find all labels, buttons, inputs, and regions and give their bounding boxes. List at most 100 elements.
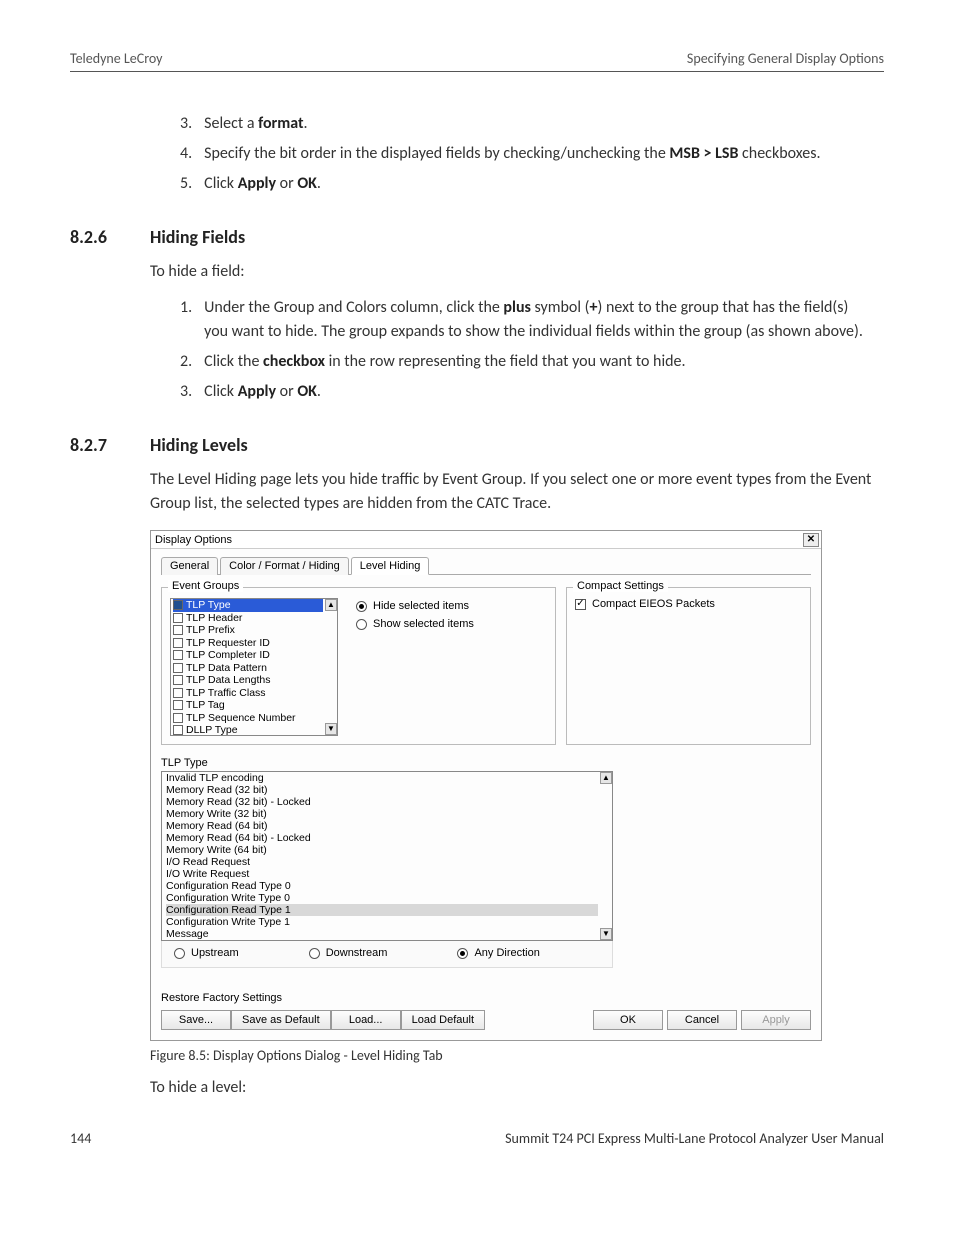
list-step: 4.Specify the bit order in the displayed… [150,142,874,166]
section-title: Hiding Levels [150,434,248,456]
load-button[interactable]: Load... [331,1010,401,1030]
tlp-type-list[interactable]: ▲ Invalid TLP encodingMemory Read (32 bi… [161,771,613,941]
figure-caption: Figure 8.5: Display Options Dialog - Lev… [150,1047,874,1064]
event-group-item[interactable]: TLP Prefix [173,624,323,637]
header-left: Teledyne LeCroy [70,50,163,67]
page-header: Teledyne LeCroy Specifying General Displ… [70,50,884,72]
list-step: 5.Click Apply or OK. [150,172,874,196]
checkbox-icon [173,650,183,660]
scroll-down-icon[interactable]: ▼ [325,723,337,735]
tab-level-hiding[interactable]: Level Hiding [351,557,430,575]
tlp-type-item[interactable]: Invalid TLP encoding [166,772,598,784]
groupbox-title: Event Groups [168,580,243,592]
section-intro: To hide a field: [150,260,874,284]
tlp-type-item[interactable]: Memory Read (32 bit) - Locked [166,796,598,808]
scroll-up-icon[interactable]: ▲ [325,599,337,611]
outro-text: To hide a level: [150,1076,874,1100]
ok-button[interactable]: OK [593,1010,663,1030]
section-number: 8.2.6 [70,226,150,248]
display-options-dialog: Display Options ✕ GeneralColor / Format … [150,530,822,1041]
step-number: 2. [150,350,204,374]
header-right: Specifying General Display Options [687,50,884,67]
tlp-type-item[interactable]: Memory Write (64 bit) [166,844,598,856]
radio-any-direction[interactable]: Any Direction [457,947,539,959]
tab-general[interactable]: General [161,557,218,575]
event-groups-list[interactable]: ▲ TLP TypeTLP HeaderTLP PrefixTLP Reques… [170,598,338,736]
save-as-defaultbutton[interactable]: Save as Default [231,1010,331,1030]
radio-icon [309,948,320,959]
checkbox-icon [575,599,586,610]
scroll-up-icon[interactable]: ▲ [600,772,612,784]
section-title: Hiding Fields [150,226,245,248]
page-number: 144 [70,1130,91,1147]
list-step: 3.Click Apply or OK. [150,380,874,404]
checkbox-icon [173,700,183,710]
dialog-titlebar: Display Options ✕ [151,531,821,549]
compact-settings-box: Compact Settings Compact EIEOS Packets [566,587,811,745]
event-group-item[interactable]: DLLP Type [173,724,323,736]
step-text: Click Apply or OK. [204,172,874,196]
tlp-type-item[interactable]: Message [166,928,598,940]
radio-icon [356,601,367,612]
event-group-item[interactable]: TLP Data Pattern [173,662,323,675]
tlp-type-label: TLP Type [161,757,811,769]
event-group-item[interactable]: TLP Requester ID [173,637,323,650]
step-number: 3. [150,112,204,136]
checkbox-icon [173,663,183,673]
radio-upstream[interactable]: Upstream [174,947,239,959]
close-icon[interactable]: ✕ [803,533,819,547]
tlp-type-item[interactable]: Memory Read (64 bit) [166,820,598,832]
manual-title: Summit T24 PCI Express Multi-Lane Protoc… [505,1130,884,1147]
event-group-item[interactable]: TLP Type [173,599,323,612]
radio-show-selected[interactable]: Show selected items [356,618,474,630]
event-group-item[interactable]: TLP Data Lengths [173,674,323,687]
tlp-type-item[interactable]: I/O Write Request [166,868,598,880]
event-group-item[interactable]: TLP Completer ID [173,649,323,662]
tlp-type-item[interactable]: I/O Read Request [166,856,598,868]
section-intro: The Level Hiding page lets you hide traf… [150,468,874,516]
list-step: 2.Click the checkbox in the row represen… [150,350,874,374]
groupbox-title: Compact Settings [573,580,668,592]
page-footer: 144 Summit T24 PCI Express Multi-Lane Pr… [70,1130,884,1147]
step-text: Under the Group and Colors column, click… [204,296,874,344]
step-number: 1. [150,296,204,344]
step-text: Specify the bit order in the displayed f… [204,142,874,166]
radio-downstream[interactable]: Downstream [309,947,388,959]
event-groups-box: Event Groups ▲ TLP TypeTLP HeaderTLP Pre… [161,587,556,745]
step-text: Click the checkbox in the row representi… [204,350,874,374]
tlp-type-item[interactable]: Memory Read (64 bit) - Locked [166,832,598,844]
event-group-item[interactable]: TLP Tag [173,699,323,712]
step-number: 4. [150,142,204,166]
dialog-title: Display Options [155,534,232,546]
checkbox-icon [173,625,183,635]
load-defaultbutton[interactable]: Load Default [401,1010,485,1030]
compact-eieos-checkbox[interactable]: Compact EIEOS Packets [575,598,802,610]
tlp-type-item[interactable]: Configuration Write Type 0 [166,892,598,904]
step-number: 3. [150,380,204,404]
scroll-down-icon[interactable]: ▼ [600,928,612,940]
tlp-type-item[interactable]: Configuration Write Type 1 [166,916,598,928]
radio-hide-selected[interactable]: Hide selected items [356,600,474,612]
checkbox-icon [173,688,183,698]
step-text: Click Apply or OK. [204,380,874,404]
tlp-type-item[interactable]: Configuration Read Type 0 [166,880,598,892]
tlp-type-item[interactable]: Memory Read (32 bit) [166,784,598,796]
tab-color-format-hiding[interactable]: Color / Format / Hiding [220,557,349,575]
save-button[interactable]: Save... [161,1010,231,1030]
list-step: 1.Under the Group and Colors column, cli… [150,296,874,344]
tlp-type-item[interactable]: Configuration Read Type 1 [166,904,598,916]
checkbox-icon [173,638,183,648]
event-group-item[interactable]: TLP Sequence Number [173,712,323,725]
restore-factory-settings[interactable]: Restore Factory Settings [161,992,811,1004]
event-group-item[interactable]: TLP Traffic Class [173,687,323,700]
dialog-tabs: GeneralColor / Format / HidingLevel Hidi… [161,557,811,575]
step-number: 5. [150,172,204,196]
checkbox-icon [173,713,183,723]
apply-button: Apply [741,1010,811,1030]
checkbox-icon [173,600,183,610]
checkbox-icon [173,725,183,735]
tlp-type-item[interactable]: Memory Write (32 bit) [166,808,598,820]
checkbox-icon [173,613,183,623]
cancel-button[interactable]: Cancel [667,1010,737,1030]
event-group-item[interactable]: TLP Header [173,612,323,625]
